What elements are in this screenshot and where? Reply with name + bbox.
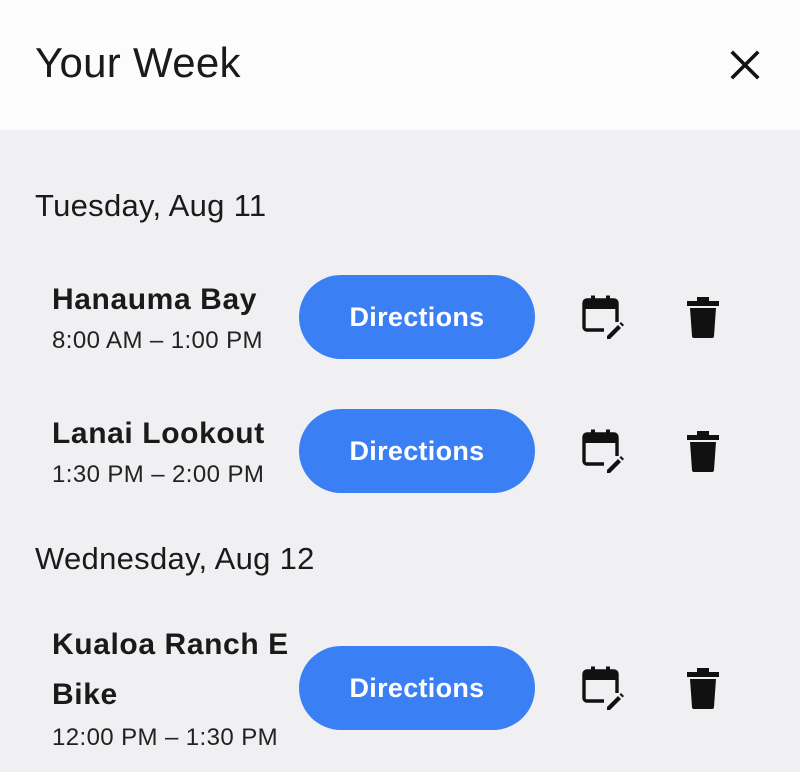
trash-icon — [687, 297, 719, 338]
add-to-calendar-button[interactable] — [577, 425, 629, 477]
directions-button[interactable]: Directions — [299, 409, 535, 493]
week-schedule: Tuesday, Aug 11 Hanauma Bay 8:00 AM – 1:… — [0, 130, 800, 772]
event-name: Kualoa Ranch E Bike — [52, 628, 289, 711]
app-header: Your Week — [0, 0, 800, 130]
event-name: Hanauma Bay — [52, 283, 258, 316]
trash-icon — [687, 431, 719, 472]
day-heading: Tuesday, Aug 11 — [35, 188, 267, 223]
day-heading: Wednesday, Aug 12 — [35, 541, 315, 576]
event-time: 12:00 PM – 1:30 PM — [52, 724, 278, 751]
delete-event-button[interactable] — [677, 662, 729, 714]
close-button[interactable] — [724, 44, 766, 86]
trash-icon — [687, 668, 719, 709]
event-time: 1:30 PM – 2:00 PM — [52, 461, 265, 488]
close-icon — [730, 50, 760, 80]
calendar-edit-icon — [582, 666, 626, 711]
add-to-calendar-button[interactable] — [577, 291, 629, 343]
add-to-calendar-button[interactable] — [577, 662, 629, 714]
page-title: Your Week — [35, 39, 241, 86]
calendar-edit-icon — [582, 295, 626, 340]
directions-button[interactable]: Directions — [299, 275, 535, 359]
delete-event-button[interactable] — [677, 291, 729, 343]
directions-button[interactable]: Directions — [299, 646, 535, 730]
delete-event-button[interactable] — [677, 425, 729, 477]
calendar-edit-icon — [582, 429, 626, 474]
event-time: 8:00 AM – 1:00 PM — [52, 327, 263, 354]
event-name: Lanai Lookout — [52, 417, 265, 450]
